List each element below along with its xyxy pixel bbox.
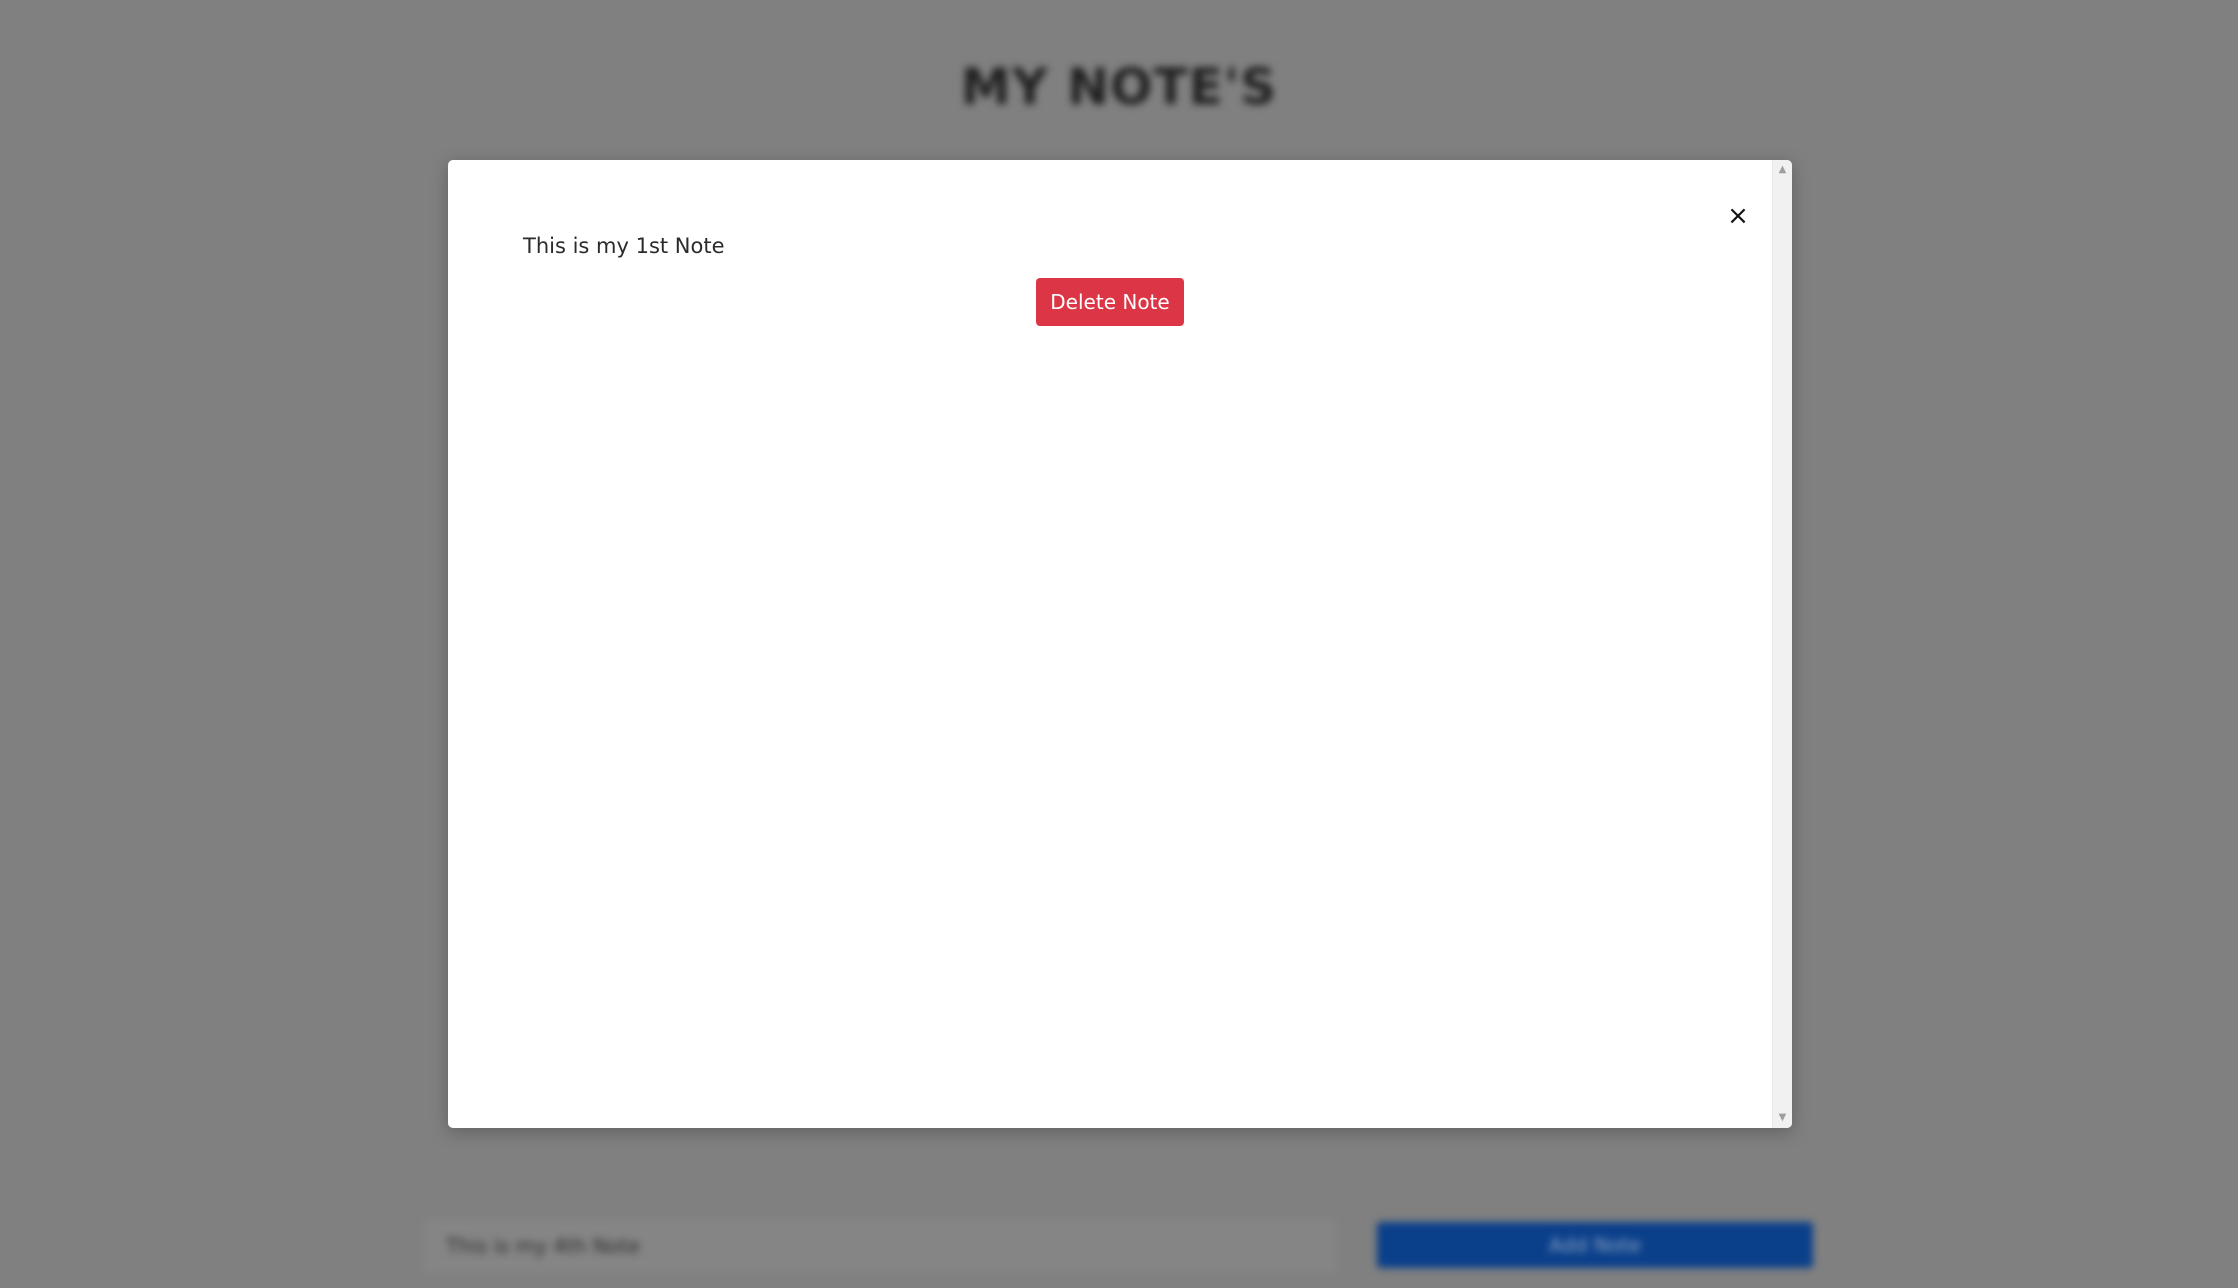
note-input[interactable]: This is my 4th Note bbox=[425, 1220, 1335, 1272]
scroll-down-arrow-icon[interactable]: ▼ bbox=[1773, 1108, 1792, 1128]
note-modal: × This is my 1st Note Delete Note ▲ ▼ bbox=[448, 160, 1792, 1128]
modal-scrollbar[interactable]: ▲ ▼ bbox=[1772, 160, 1792, 1128]
add-note-button[interactable]: Add Note bbox=[1377, 1222, 1813, 1268]
scroll-up-arrow-icon[interactable]: ▲ bbox=[1773, 160, 1792, 180]
note-text: This is my 1st Note bbox=[523, 234, 725, 258]
page-title: MY NOTE'S bbox=[960, 58, 1278, 116]
close-icon[interactable]: × bbox=[1718, 196, 1758, 236]
modal-content: × This is my 1st Note Delete Note bbox=[448, 160, 1772, 1128]
delete-note-button[interactable]: Delete Note bbox=[1036, 278, 1184, 326]
